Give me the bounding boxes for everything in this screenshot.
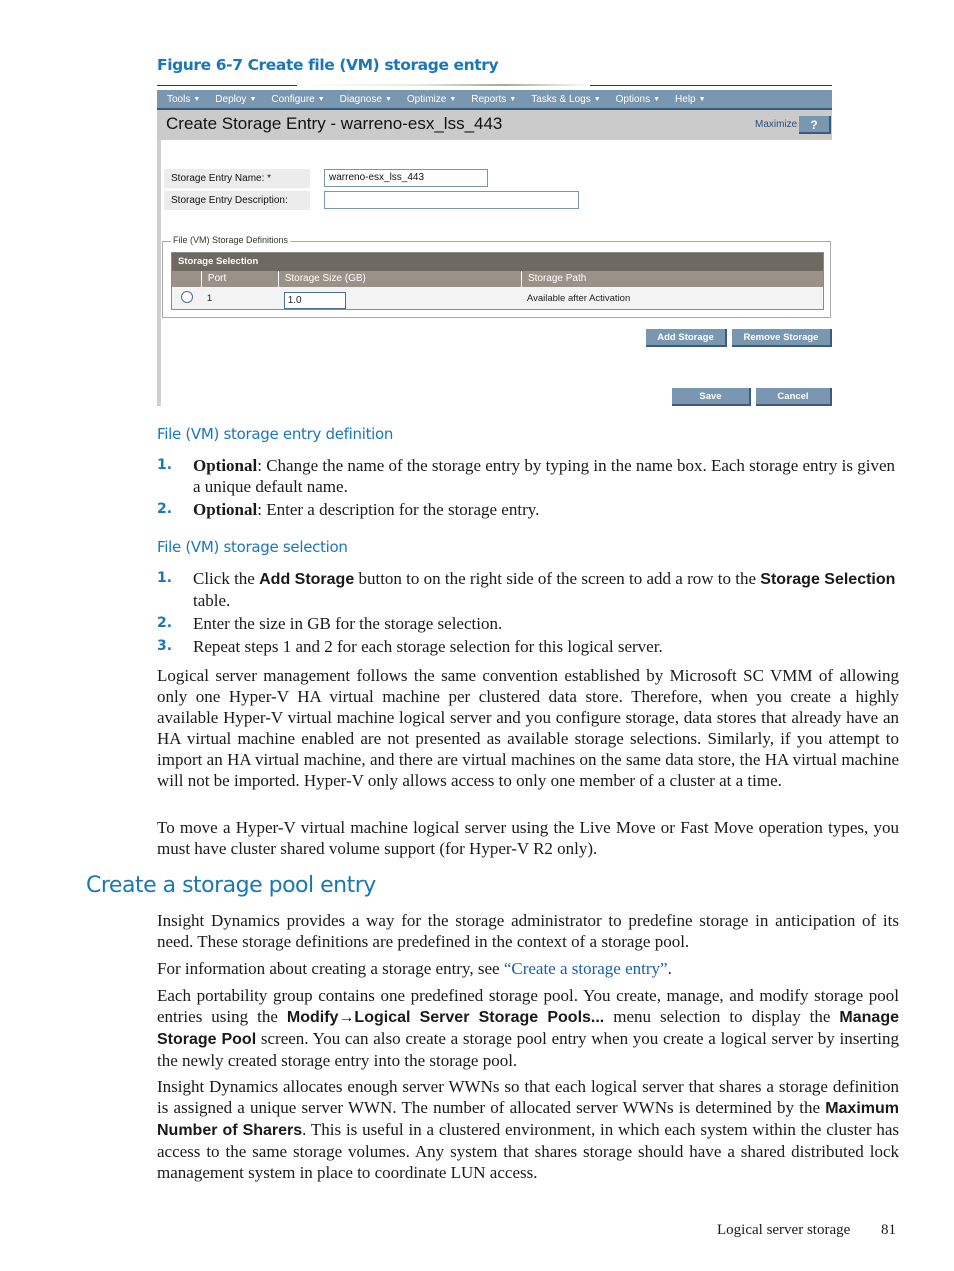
paragraph-wwns: Insight Dynamics allocates enough server… [157,1077,899,1182]
caret-down-icon: ▼ [193,95,201,103]
caret-down-icon: ▼ [653,95,661,103]
column-header-size: Storage Size (GB) [277,271,521,287]
storage-size-input[interactable]: 1.0 [283,291,346,309]
definition-list: 1. Optional: Change the name of the stora… [157,455,899,522]
page-title: Create Storage Entry - warreno-esx_lss_4… [166,114,503,133]
paragraph-live-move: To move a Hyper-V virtual machine logica… [157,818,899,858]
menu-configure[interactable]: Configure ▼ [271,94,324,105]
selection-list: 1. Click the Add Storage button to on the… [157,568,899,659]
menu-diagnose[interactable]: Diagnose ▼ [340,94,392,105]
column-header-port: Port [200,271,278,287]
table-row: 1 1.0 Available after Activation [172,287,823,309]
footer-section-name: Logical server storage [717,1222,851,1238]
figure-rule [157,85,297,86]
list-item: 2. Enter the size in GB for the storage s… [157,614,503,633]
caret-down-icon: ▼ [698,95,706,103]
storage-selection-table: Storage Selection Port Storage Size (GB)… [171,252,824,310]
page-title-bar: Create Storage Entry - warreno-esx_lss_4… [157,110,832,140]
figure-rule [590,85,832,86]
menu-bar: Tools ▼ Deploy ▼ Configure ▼ Diagnose ▼ Opti… [157,90,832,110]
column-header-select [172,271,201,287]
create-storage-entry-link[interactable]: “Create a storage entry” [504,959,668,978]
list-item: 1. Optional: Change the name of the stora… [157,456,896,496]
definition-heading: File (VM) storage entry definition [157,425,394,443]
menu-help[interactable]: Help ▼ [675,94,706,105]
figure-rule [300,84,590,86]
selection-heading: File (VM) storage selection [157,538,348,556]
menu-optimize[interactable]: Optimize ▼ [407,94,456,105]
menu-options[interactable]: Options ▼ [616,94,660,105]
list-item: 3. Repeat steps 1 and 2 for each storage … [157,637,663,656]
storage-entry-name-input[interactable]: warreno-esx_lss_443 [324,169,488,187]
add-storage-button[interactable]: Add Storage [646,329,727,347]
paragraph-pool-intro: Insight Dynamics provides a way for the … [157,911,899,951]
footer-page-number: 81 [881,1222,896,1238]
paragraph-pool-see-also: For information about creating a storage… [157,959,672,978]
caret-down-icon: ▼ [384,95,392,103]
remove-storage-button[interactable]: Remove Storage [732,329,832,347]
fieldset-legend: File (VM) Storage Definitions [171,235,291,245]
window-left-border [157,140,161,406]
caret-down-icon: ▼ [509,95,517,103]
menu-reports[interactable]: Reports ▼ [471,94,516,105]
save-button[interactable]: Save [672,388,751,406]
caret-down-icon: ▼ [449,95,457,103]
caret-down-icon: ▼ [249,95,257,103]
paragraph-portability-group: Each portability group contains one pred… [157,986,899,1070]
caret-down-icon: ▼ [317,95,325,103]
paragraph-hyperv-convention: Logical server management follows the sa… [157,666,899,790]
table-header: Port Storage Size (GB) Storage Path [172,271,823,287]
row-select-radio[interactable] [181,290,193,303]
cancel-button[interactable]: Cancel [756,388,832,406]
caret-down-icon: ▼ [593,95,601,103]
storage-path-cell: Available after Activation [526,292,631,304]
column-header-path: Storage Path [520,271,823,287]
menu-deploy[interactable]: Deploy ▼ [215,94,256,105]
table-caption: Storage Selection [172,253,823,271]
list-item: 1. Click the Add Storage button to on the… [157,569,896,610]
storage-entry-description-input[interactable] [324,191,579,209]
maximize-link[interactable]: Maximize [755,119,797,130]
list-item: 2. Optional: Enter a description for the … [157,500,540,519]
storage-entry-name-label: Storage Entry Name: * [164,169,310,188]
screenshot-figure: Tools ▼ Deploy ▼ Configure ▼ Diagnose ▼ Opti… [157,90,832,406]
section-title: Create a storage pool entry [86,873,376,898]
help-button[interactable]: ? [799,116,831,134]
figure-caption: Figure 6-7 Create file (VM) storage entr… [157,56,499,74]
port-cell: 1 [206,292,213,304]
storage-definitions-fieldset: File (VM) Storage Definitions Storage Se… [162,235,831,318]
menu-tasks-logs[interactable]: Tasks & Logs ▼ [531,94,600,105]
menu-tools[interactable]: Tools ▼ [167,94,200,105]
storage-entry-description-label: Storage Entry Description: [164,191,310,210]
